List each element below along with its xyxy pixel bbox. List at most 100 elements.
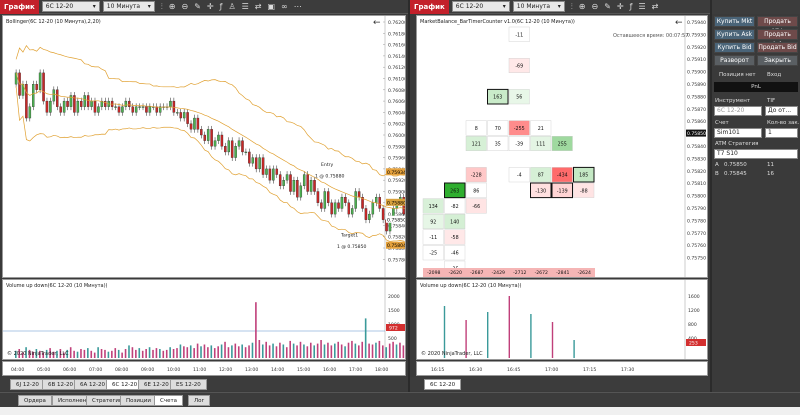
candle bbox=[141, 106, 145, 108]
candle bbox=[275, 168, 279, 175]
balance-cell-value: 134 bbox=[429, 204, 438, 210]
period-selector[interactable]: 10 Минута ▾ bbox=[102, 1, 155, 12]
volume-bar bbox=[138, 348, 141, 358]
left-time-axis: 04:00 05:00 06:00 07:00 08:00 09:00 10:00 11:00… bbox=[2, 361, 406, 376]
delta-value: -2620 bbox=[449, 270, 462, 276]
chart-trader-icon[interactable]: ⇄ bbox=[255, 0, 262, 14]
control-center-tab[interactable]: Лог bbox=[188, 395, 211, 406]
time-tick-label: 06:00 bbox=[63, 367, 76, 373]
close-button[interactable]: Закрыть bbox=[757, 55, 798, 66]
candle bbox=[344, 196, 347, 203]
buy-ask-button[interactable]: Купить Ask bbox=[714, 29, 755, 40]
instrument-selector[interactable]: 6C 12-20 ▾ bbox=[451, 1, 510, 12]
chart-tag: График bbox=[0, 0, 39, 14]
strategies-icon[interactable]: ♙ bbox=[228, 0, 235, 14]
left-price-chart: 0.76200 0.76180 0.76160 0.76140 0.76120 0.761… bbox=[14, 16, 405, 277]
price-tick-label: 0.76120 bbox=[388, 65, 405, 71]
left-chart-window: График 6C 12-20 ▾ 10 Минута ▾ ⫶ ⊕ ⊖ ✎ ✛ ƒ … bbox=[0, 0, 408, 392]
delta-value: -2712 bbox=[513, 270, 526, 276]
candle bbox=[241, 140, 244, 153]
draw-tool-icon[interactable]: ✎ bbox=[604, 0, 611, 14]
time-tick-label: 17:00 bbox=[545, 367, 558, 373]
quantity-stepper[interactable]: 1 bbox=[765, 128, 798, 138]
zoom-in-icon[interactable]: ⊕ bbox=[579, 0, 586, 14]
balance-cell-value: -4 bbox=[517, 173, 522, 179]
ask-price: 0.75850 bbox=[724, 162, 747, 168]
balance-cell-value: 111 bbox=[536, 142, 545, 148]
more-icon[interactable]: ⋯ bbox=[294, 0, 302, 14]
market-balance-chart: 0.75940 0.75930 0.75920 0.75910 0.75900 0.758… bbox=[422, 16, 706, 277]
candle bbox=[237, 140, 241, 147]
price-tick-label: 0.75900 bbox=[388, 190, 405, 196]
candle bbox=[251, 157, 255, 164]
snapshot-icon[interactable]: ▣ bbox=[267, 0, 275, 14]
back-arrow-icon[interactable]: ← bbox=[675, 18, 683, 28]
tif-select[interactable]: До от... bbox=[765, 106, 798, 116]
price-tick-label: 0.76200 bbox=[388, 20, 405, 26]
properties-icon[interactable]: ☰ bbox=[638, 0, 645, 14]
right-volume-chart: -11,6% -9,9% -9,8% -8,6% -9,3% -9,8% -9,5% -9,1… bbox=[426, 280, 706, 359]
volume-bar bbox=[73, 350, 75, 358]
bid-label: B bbox=[715, 171, 719, 177]
crosshair-icon[interactable]: ✛ bbox=[617, 0, 624, 14]
candle bbox=[97, 106, 100, 113]
chart-trader-icon[interactable]: ⇄ bbox=[652, 0, 659, 14]
entry-label: Entry bbox=[321, 162, 334, 168]
draw-tool-icon[interactable]: ✎ bbox=[194, 0, 201, 14]
zoom-out-icon[interactable]: ⊖ bbox=[182, 0, 189, 14]
tab-6c-12-20[interactable]: 6C 12-20 bbox=[424, 379, 462, 390]
price-tick-label: 0.76020 bbox=[388, 122, 405, 128]
reverse-button[interactable]: Разворот bbox=[714, 55, 755, 66]
buy-bid-button[interactable]: Купить Bid bbox=[714, 42, 755, 53]
bar-type-icon[interactable]: ⫶ bbox=[571, 0, 573, 14]
candle bbox=[254, 157, 258, 170]
atm-label: ATM Стратегия bbox=[715, 141, 759, 147]
instrument-field[interactable]: 6C 12-20 bbox=[714, 106, 762, 116]
period-selector[interactable]: 10 Минута ▾ bbox=[512, 1, 565, 12]
volume-bar bbox=[189, 345, 192, 358]
volume-bar bbox=[358, 345, 360, 358]
time-tick-label: 08:00 bbox=[115, 367, 128, 373]
chart-tab[interactable]: 6J 12-20 bbox=[10, 379, 45, 390]
account-select[interactable]: Sim101 bbox=[714, 128, 762, 138]
volume-badge: 253 bbox=[689, 341, 698, 347]
volume-bar bbox=[207, 347, 209, 358]
zoom-out-icon[interactable]: ⊖ bbox=[592, 0, 599, 14]
zoom-in-icon[interactable]: ⊕ bbox=[169, 0, 176, 14]
crosshair-icon[interactable]: ✛ bbox=[207, 0, 214, 14]
candle bbox=[38, 72, 42, 90]
atm-strategy-select[interactable]: T7 S10 bbox=[714, 149, 798, 159]
price-tick-label: 0.76000 bbox=[388, 133, 405, 139]
link-icon[interactable]: ∞ bbox=[281, 0, 288, 14]
indicators-icon[interactable]: ƒ bbox=[630, 0, 633, 14]
app-window: График 6C 12-20 ▾ 10 Минута ▾ ⫶ ⊕ ⊖ ✎ ✛ ƒ … bbox=[0, 0, 800, 415]
candle bbox=[114, 106, 117, 108]
candle bbox=[357, 191, 361, 198]
control-center-tab[interactable]: Счета bbox=[154, 395, 184, 406]
volume-bar bbox=[351, 340, 353, 358]
price-tick-label: 0.75930 bbox=[687, 32, 706, 38]
instrument-selector[interactable]: 6C 12-20 ▾ bbox=[41, 1, 100, 12]
volume-bar bbox=[193, 348, 195, 358]
properties-icon[interactable]: ☰ bbox=[242, 0, 249, 14]
candle bbox=[302, 174, 306, 187]
volume-bar bbox=[320, 340, 322, 358]
bar-type-icon[interactable]: ⫶ bbox=[161, 0, 163, 14]
buy-market-button[interactable]: Купить Mkt bbox=[714, 16, 755, 27]
price-tick-label: 0.76160 bbox=[388, 43, 405, 49]
chart-trader-panel: Купить Mkt Продать Mkt Купить Ask Продат… bbox=[712, 14, 800, 392]
back-arrow-icon[interactable]: ← bbox=[373, 18, 381, 28]
volume-bar bbox=[268, 345, 271, 358]
sell-market-button[interactable]: Продать Mkt bbox=[757, 16, 798, 35]
chart-tab[interactable]: ES 12-20 bbox=[170, 379, 207, 390]
indicators-icon[interactable]: ƒ bbox=[220, 0, 223, 14]
volume-bar bbox=[69, 347, 72, 358]
control-center-tab[interactable]: Ордера bbox=[18, 395, 52, 406]
volume-bar bbox=[87, 348, 89, 358]
sell-ask-button[interactable]: Продать Ask bbox=[757, 29, 798, 48]
sell-bid-button[interactable]: Продать Bid bbox=[757, 42, 798, 53]
control-center-tab[interactable]: Позиции bbox=[120, 395, 157, 406]
time-tick-label: 17:15 bbox=[583, 367, 596, 373]
candle bbox=[285, 174, 289, 181]
volume-tick-label: 1200 bbox=[688, 308, 700, 314]
